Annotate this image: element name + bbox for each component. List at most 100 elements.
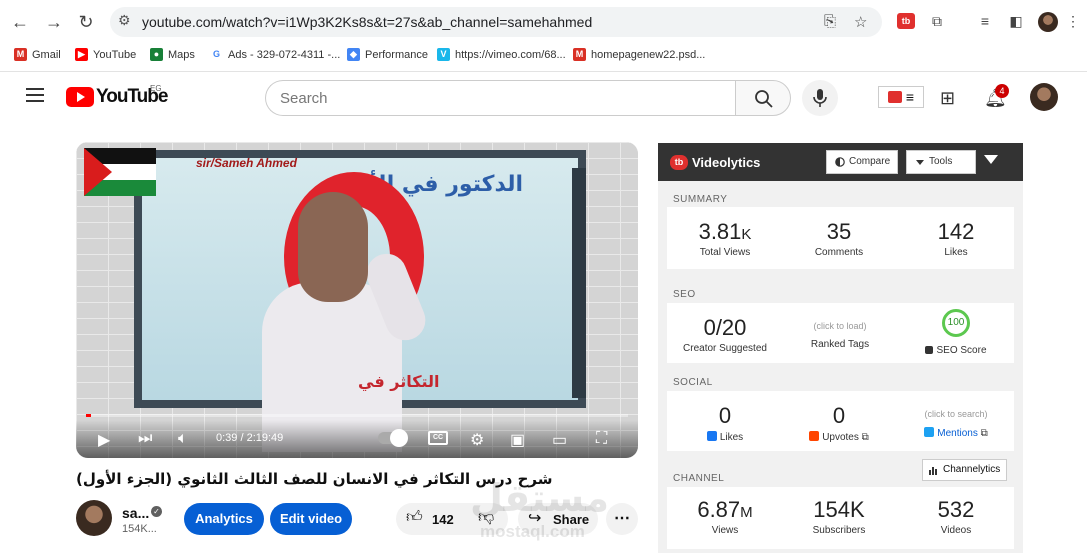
bookmark-youtube[interactable]: ▶ YouTube [75, 48, 136, 61]
external-link-icon: ⧉ [980, 428, 988, 439]
seo-score-ring: 100 [942, 309, 970, 337]
compare-half-circle-icon [835, 157, 845, 167]
twitter-icon [924, 427, 935, 437]
voice-search-button[interactable] [802, 80, 838, 116]
google-icon: G [210, 48, 223, 61]
back-icon[interactable]: ← [8, 10, 32, 34]
stat-creator-suggested: 0/20 Creator Suggested [683, 315, 767, 354]
bookmark-maps[interactable]: ● Maps [150, 48, 195, 61]
site-info-icon[interactable]: ⚙ [118, 12, 131, 29]
progress-bar[interactable] [86, 414, 628, 417]
media-queue-icon[interactable]: ≡ [974, 10, 996, 32]
subtitles-button[interactable]: CC [428, 431, 448, 445]
player-controls: ▶ ⏭︎ 🔈︎ 0:39 / 2:19:49 CC ⚙ ▣ ▭ ⛶ [76, 420, 638, 458]
stat-ranked-tags[interactable]: (click to load) Ranked Tags [795, 321, 885, 350]
youtube-icon: ▶ [75, 48, 88, 61]
external-link-icon: ⧉ [861, 432, 869, 443]
channel-name[interactable]: sa... [122, 505, 149, 521]
autoplay-toggle[interactable] [378, 429, 408, 447]
search-icon [755, 90, 773, 108]
facebook-icon [706, 431, 717, 441]
video-board-name: sir/Sameh Ahmed [196, 156, 297, 170]
stat-comments: 35 Comments [814, 219, 864, 258]
summary-heading: SUMMARY [673, 194, 728, 205]
volume-icon[interactable]: 🔈︎ [178, 430, 188, 448]
gmail-icon: M [573, 48, 586, 61]
bookmark-gmail[interactable]: M Gmail [14, 48, 61, 61]
search-input[interactable]: Search [265, 80, 735, 116]
stat-channel-videos: 532 Videos [937, 497, 975, 536]
videolytics-panel: tb Videolytics Compare Tools SUMMARY 3.8… [658, 143, 1023, 553]
address-bar[interactable]: ⚙ youtube.com/watch?v=i1Wp3K2Ks8s&t=27s&… [110, 7, 882, 37]
browser-profile-avatar[interactable] [1038, 12, 1058, 32]
social-heading: SOCIAL [673, 377, 713, 388]
tubebuddy-menu-button[interactable]: ≡ [878, 86, 924, 108]
like-thumb-icon[interactable]: 👍︎ [406, 508, 423, 527]
bookmarks-bar: M Gmail ▶ YouTube ● Maps G Ads - 329-072-431… [0, 43, 1087, 69]
stat-seo-score[interactable]: 100 SEO Score [911, 309, 1001, 356]
summary-card: 3.81K Total Views 35 Comments 142 Likes [667, 207, 1014, 269]
youtube-play-icon [66, 87, 94, 107]
bookmark-homepage[interactable]: Mhomepagenew22.psd... [573, 48, 705, 61]
analytics-button[interactable]: Analytics [184, 503, 264, 535]
bookmark-star-icon[interactable]: ☆ [854, 13, 867, 31]
extensions-puzzle-icon[interactable]: ⧉ [926, 10, 948, 32]
more-actions-icon[interactable]: ⋯ [606, 503, 638, 535]
channel-subscribers: 154K... [122, 523, 157, 535]
tubebuddy-extension-icon[interactable]: tb [897, 13, 915, 29]
country-code: EG [150, 84, 162, 93]
verified-check-icon: ✓ [151, 506, 162, 517]
theater-mode-icon[interactable]: ▭ [552, 430, 567, 450]
tools-button[interactable]: Tools [906, 150, 976, 174]
list-icon: ≡ [905, 89, 915, 105]
time-display: 0:39 / 2:19:49 [216, 432, 284, 444]
channel-card: 6.87M Views 154K Subscribers 532 Videos [667, 487, 1014, 549]
bookmark-vimeo[interactable]: Vhttps://vimeo.com/68... [437, 48, 566, 61]
next-icon[interactable]: ⏭︎ [138, 430, 152, 448]
gmail-icon: M [14, 48, 27, 61]
miniplayer-icon[interactable]: ▣ [510, 430, 525, 450]
address-url[interactable]: youtube.com/watch?v=i1Wp3K2Ks8s&t=27s&ab… [142, 14, 592, 30]
performance-icon: ◆ [347, 48, 360, 61]
social-card: 0 Likes 0 Upvotes ⧉ (click to search) Me… [667, 391, 1014, 451]
like-count: 142 [432, 512, 454, 527]
browser-menu-icon[interactable]: ⋮ [1062, 10, 1084, 32]
channel-heading: CHANNEL [673, 473, 725, 484]
stat-total-views: 3.81K Total Views [698, 219, 752, 258]
stat-likes: 142 Likes [937, 219, 975, 258]
progress-bar-fill [86, 414, 92, 417]
seo-card: 0/20 Creator Suggested (click to load) R… [667, 303, 1014, 363]
compare-button[interactable]: Compare [826, 150, 898, 174]
settings-gear-icon[interactable]: ⚙ [470, 430, 484, 450]
bookmark-ads[interactable]: G Ads - 329-072-4311 -... [210, 48, 340, 61]
create-video-icon[interactable]: ⊞ [940, 88, 955, 109]
video-whiteboard-toolbar [572, 168, 586, 398]
fullscreen-icon[interactable]: ⛶ [596, 430, 607, 448]
video-player[interactable]: sir/Sameh Ahmed الدكتور في الأحياء التكا… [76, 142, 638, 458]
vimeo-icon: V [437, 48, 450, 61]
side-panel-icon[interactable]: ◧ [1005, 10, 1027, 32]
bookmark-performance[interactable]: ◆ Performance [347, 48, 428, 61]
channel-avatar[interactable] [76, 500, 112, 536]
stat-twitter-mentions[interactable]: (click to search) Mentions ⧉ [911, 409, 1001, 439]
play-icon[interactable]: ▶ [98, 430, 110, 450]
channelytics-button[interactable]: Channelytics [922, 459, 1008, 481]
tubebuddy-logo-icon: tb [670, 155, 688, 170]
account-avatar[interactable] [1030, 83, 1058, 111]
bar-chart-icon [929, 467, 937, 475]
palestine-flag-icon [84, 148, 156, 196]
reload-icon[interactable]: ↻ [74, 10, 98, 34]
forward-icon[interactable]: → [42, 10, 66, 34]
search-button[interactable] [735, 80, 791, 116]
stat-channel-subscribers: 154K Subscribers [812, 497, 866, 536]
stat-channel-views: 6.87M Views [697, 497, 753, 536]
video-presenter-head [298, 192, 368, 302]
install-app-icon[interactable]: ⎘ [824, 13, 836, 30]
edit-video-button[interactable]: Edit video [270, 503, 352, 535]
caret-down-icon [916, 160, 924, 165]
collapse-caret-icon[interactable] [984, 155, 998, 164]
maps-pin-icon: ● [150, 48, 163, 61]
microphone-icon [813, 89, 827, 107]
menu-icon[interactable] [26, 88, 44, 102]
stat-reddit-upvotes: 0 Upvotes ⧉ [797, 403, 881, 443]
